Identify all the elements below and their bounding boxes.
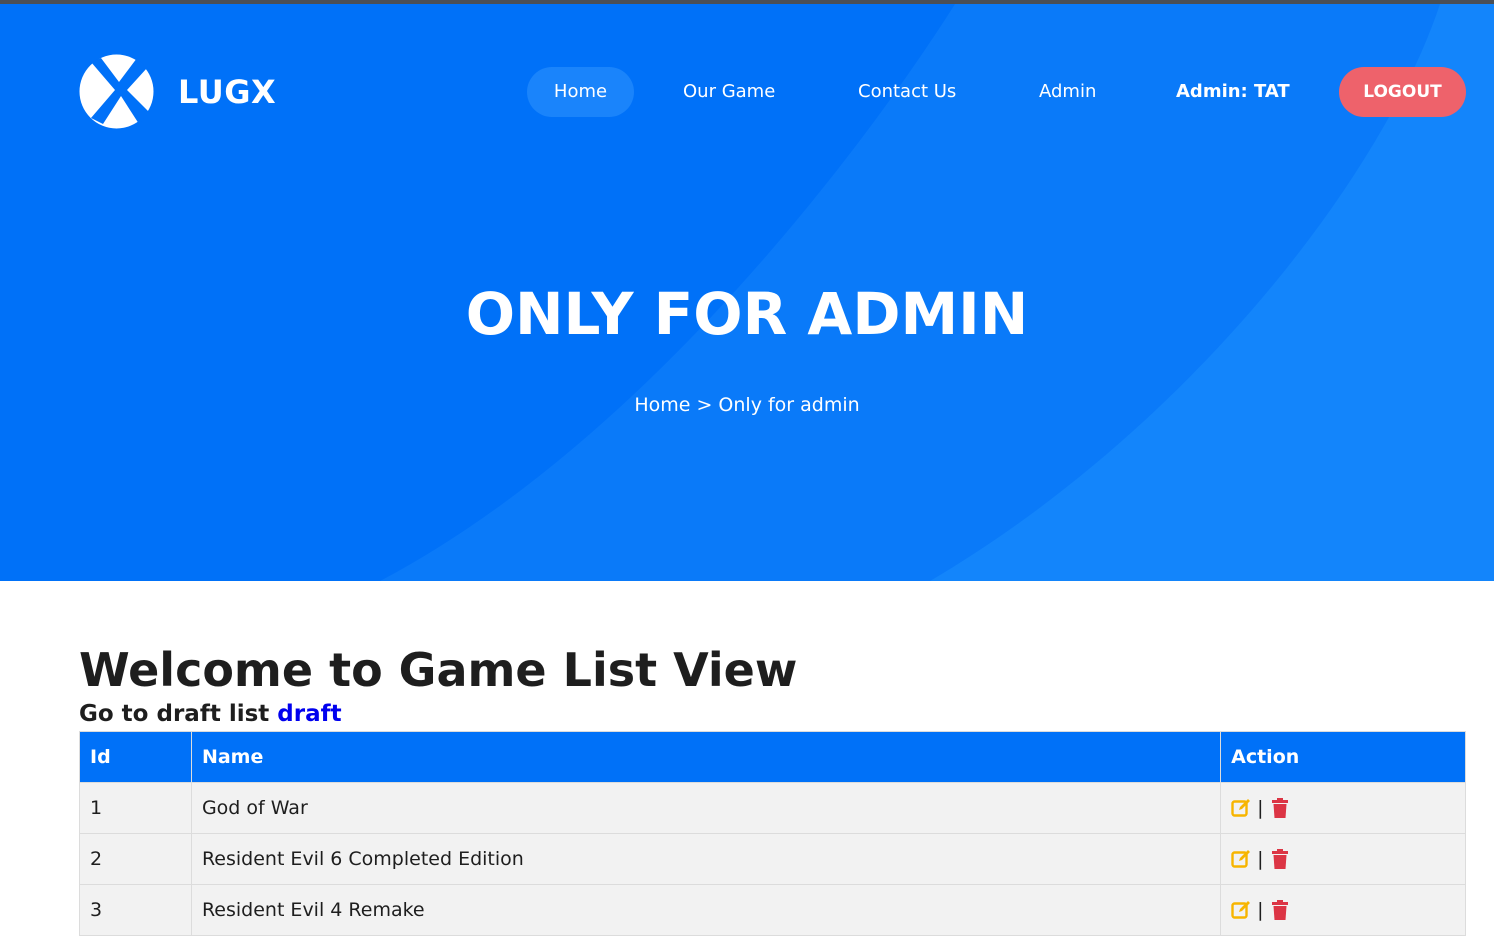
- draft-line: Go to draft list draft: [79, 700, 1466, 728]
- trash-icon[interactable]: [1270, 849, 1290, 869]
- lugx-logo-icon: [79, 54, 154, 129]
- table-row: 3 Resident Evil 4 Remake |: [79, 884, 1466, 936]
- trash-icon[interactable]: [1270, 798, 1290, 818]
- edit-icon[interactable]: [1231, 798, 1251, 818]
- action-separator: |: [1257, 797, 1264, 819]
- main-content: Welcome to Game List View Go to draft li…: [79, 640, 1466, 728]
- cell-id: 1: [79, 782, 192, 834]
- cell-actions: |: [1220, 884, 1466, 936]
- draft-prefix: Go to draft list: [79, 701, 270, 727]
- table-row: 2 Resident Evil 6 Completed Edition |: [79, 833, 1466, 885]
- cell-name: God of War: [190, 782, 1222, 834]
- table-header-row: Id Name Action: [79, 731, 1466, 783]
- game-table: Id Name Action 1 God of War | 2 Resident…: [79, 731, 1466, 936]
- action-separator: |: [1257, 848, 1264, 870]
- current-user-label: Admin: TAT: [1176, 81, 1290, 102]
- table-row: 1 God of War |: [79, 782, 1466, 834]
- nav-admin[interactable]: Admin: [1039, 67, 1096, 117]
- edit-icon[interactable]: [1231, 849, 1251, 869]
- breadcrumb[interactable]: Home > Only for admin: [0, 394, 1494, 416]
- brand-name: LUGX: [178, 72, 277, 111]
- nav-our-game[interactable]: Our Game: [683, 67, 775, 117]
- nav-home[interactable]: Home: [527, 67, 634, 117]
- brand-logo[interactable]: LUGX: [79, 54, 276, 129]
- action-separator: |: [1257, 899, 1264, 921]
- cell-actions: |: [1220, 782, 1466, 834]
- cell-id: 2: [79, 833, 192, 885]
- trash-icon[interactable]: [1270, 900, 1290, 920]
- cell-name: Resident Evil 6 Completed Edition: [190, 833, 1222, 885]
- game-list-heading: Welcome to Game List View: [79, 643, 798, 697]
- draft-link[interactable]: draft: [277, 701, 341, 727]
- cell-actions: |: [1220, 833, 1466, 885]
- logout-button[interactable]: LOGOUT: [1339, 67, 1466, 117]
- cell-id: 3: [79, 884, 192, 936]
- column-header-name: Name: [190, 731, 1222, 783]
- cell-name: Resident Evil 4 Remake: [190, 884, 1222, 936]
- column-header-id: Id: [79, 731, 192, 783]
- nav-contact-us[interactable]: Contact Us: [858, 67, 956, 117]
- column-header-action: Action: [1220, 731, 1466, 783]
- page-title: ONLY FOR ADMIN: [465, 280, 1029, 348]
- edit-icon[interactable]: [1231, 900, 1251, 920]
- hero-banner: LUGX Home Our Game Contact Us Admin Admi…: [0, 4, 1494, 581]
